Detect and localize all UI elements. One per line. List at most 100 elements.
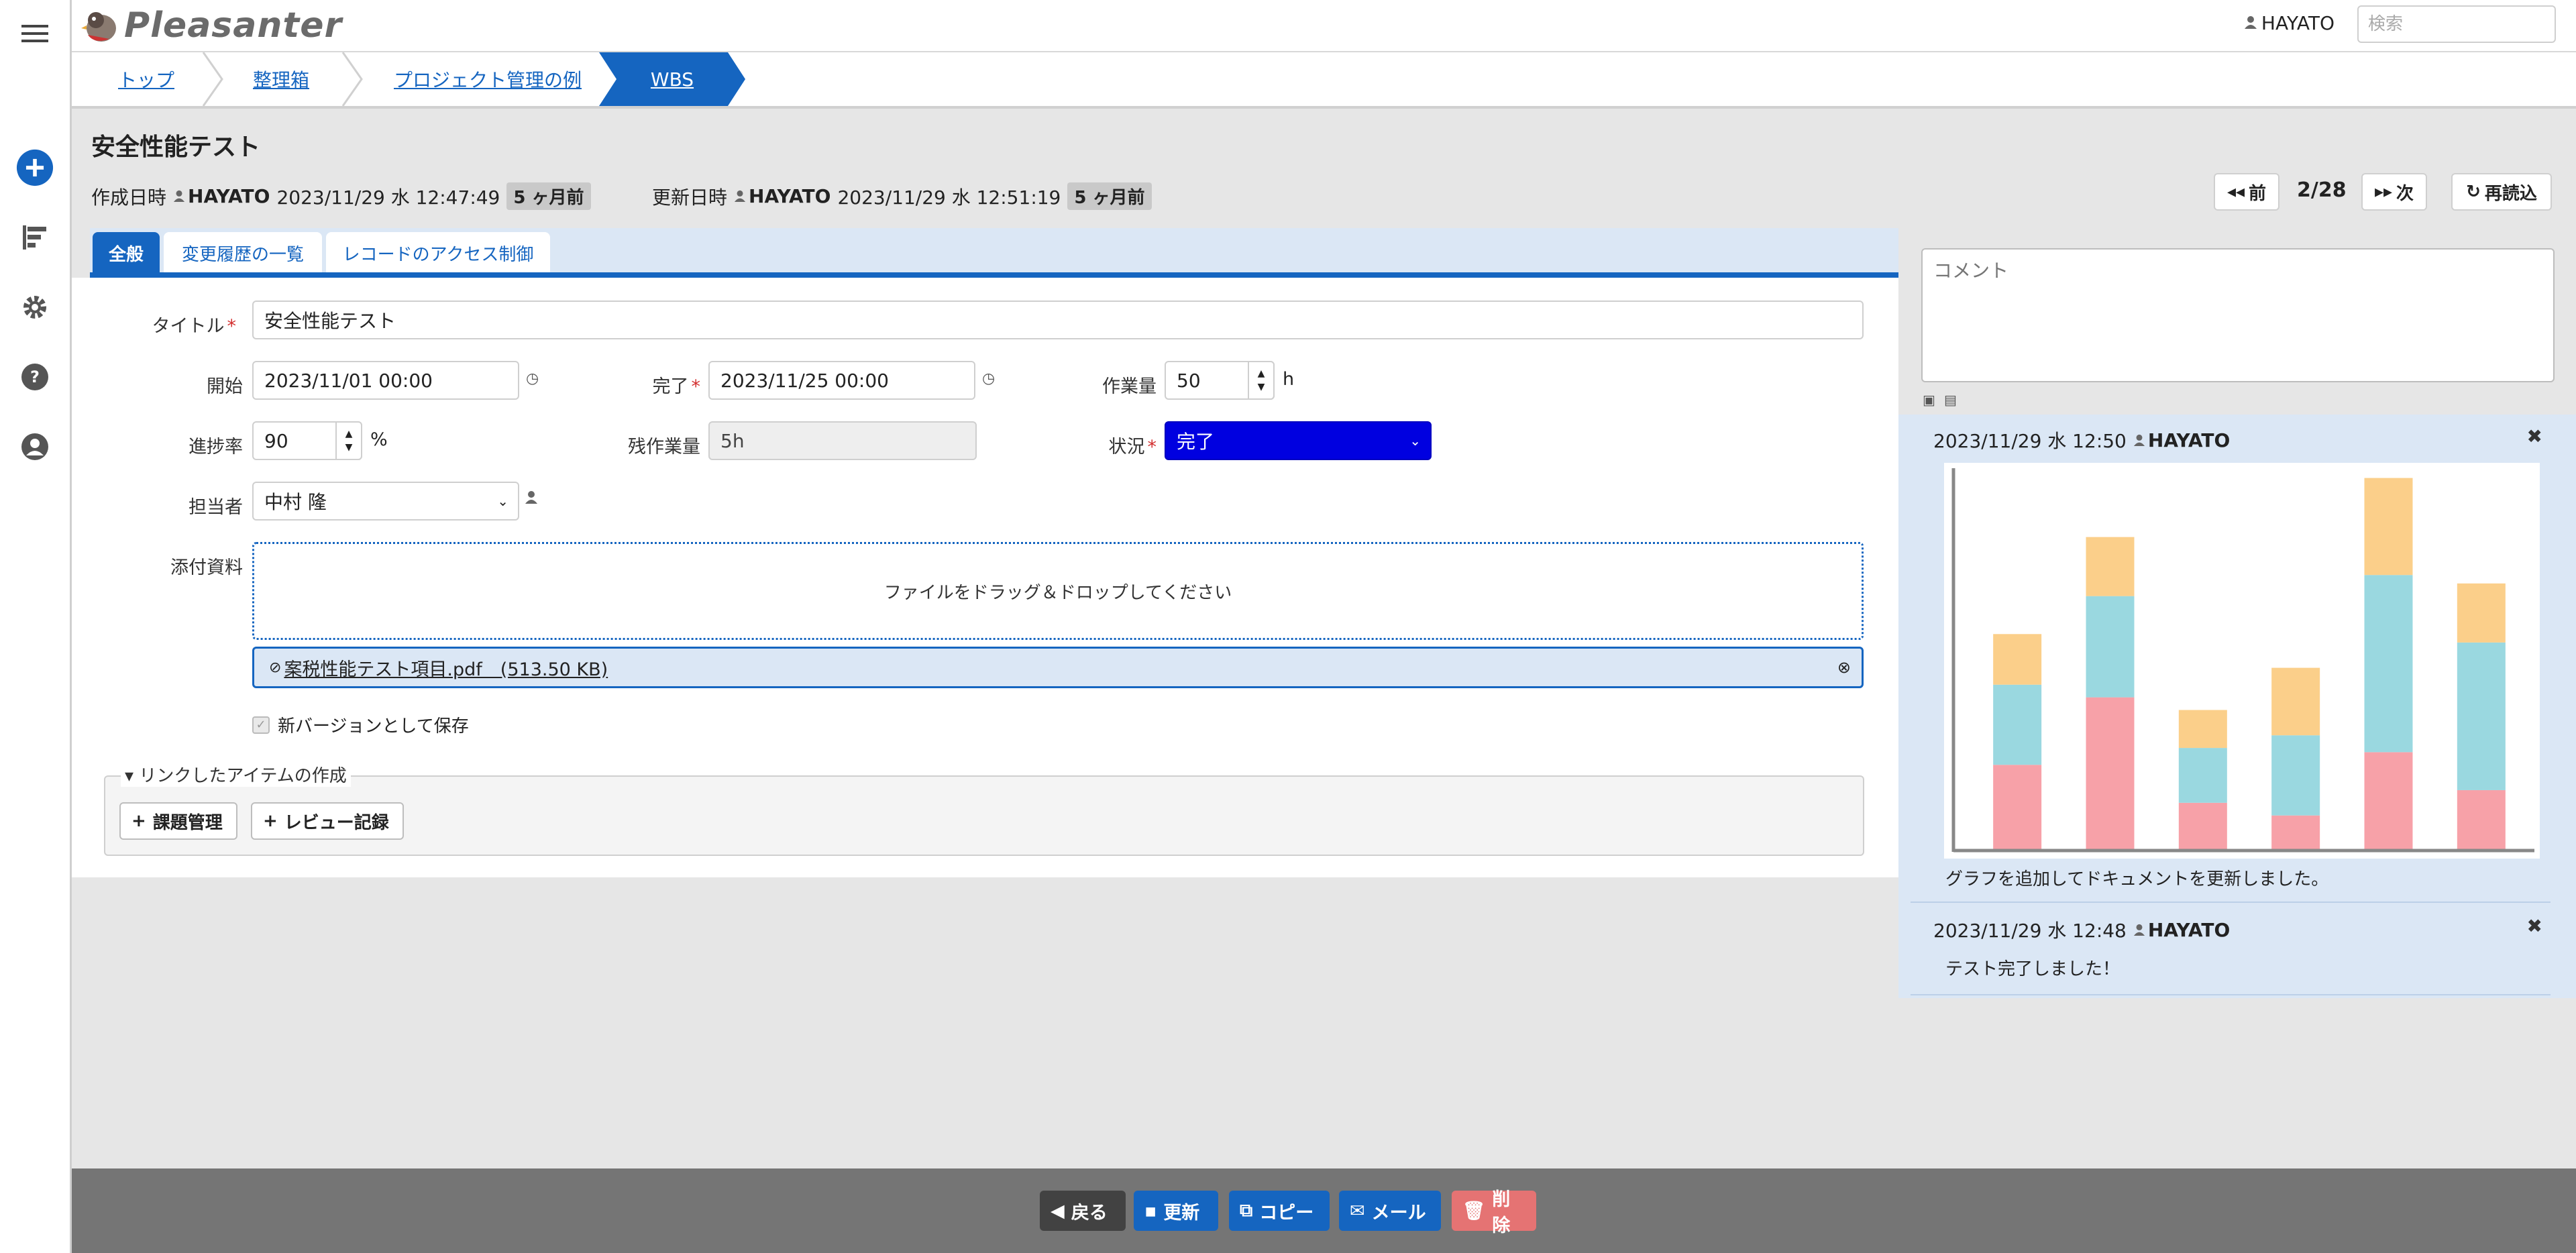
clock-icon[interactable]: ◷ (526, 370, 539, 387)
comment-divider (1911, 902, 2551, 903)
new-version-option: ✓ 新バージョンとして保存 (252, 712, 469, 737)
back-button[interactable]: ◀ 戻る (1040, 1191, 1126, 1231)
end-date-field[interactable]: 2023/11/25 00:00 (708, 361, 975, 400)
tab-history[interactable]: 変更履歴の一覧 (164, 232, 322, 274)
user-icon (2133, 429, 2145, 451)
search-input[interactable] (2357, 5, 2556, 43)
pheasant-logo-icon (81, 12, 116, 42)
pager-count: 2/28 (2297, 178, 2347, 202)
prev-label: 前 (2249, 183, 2267, 204)
next-button[interactable]: ▸▸ 次 (2361, 173, 2427, 211)
work-stepper[interactable]: 50 ▲ ▼ (1165, 361, 1275, 400)
delete-comment-icon[interactable]: ✖ (2527, 425, 2542, 447)
user-icon (2133, 919, 2145, 941)
user-icon[interactable] (525, 490, 538, 507)
created-at: 2023/11/29 水 12:47:49 (276, 186, 500, 209)
prev-button[interactable]: ◂◂ 前 (2214, 173, 2279, 211)
bar-segment-2-3 (2086, 537, 2135, 596)
file-dropzone[interactable]: ファイルをドラッグ＆ドロップしてください (252, 542, 1864, 640)
updated-at: 2023/11/29 水 12:51:19 (837, 186, 1061, 209)
bar-segment-5-3 (2364, 478, 2413, 576)
breadcrumb-top[interactable]: トップ (118, 52, 174, 106)
clock-icon[interactable]: ◷ (982, 370, 995, 387)
linked-items-legend[interactable]: ▾ リンクしたアイテムの作成 (121, 762, 351, 787)
back-icon: ◀ (1051, 1200, 1065, 1221)
update-label: 更新 (1163, 1202, 1200, 1223)
help-icon[interactable]: ? (16, 358, 54, 396)
work-unit: h (1283, 369, 1295, 390)
end-label: 完了 * (652, 376, 701, 397)
stepper-arrows-icon[interactable]: ▲ ▼ (1248, 361, 1275, 400)
attach-file-icon[interactable]: ▤ (1944, 392, 1957, 408)
progress-stepper[interactable]: 90 ▲ ▼ (252, 421, 362, 460)
menu-icon[interactable] (16, 15, 54, 52)
bar-segment-1-3 (1993, 634, 2042, 685)
add-issue-label: 課題管理 (152, 812, 223, 833)
reload-icon: ↻ (2466, 182, 2481, 202)
attachment-link[interactable]: 案税性能テスト項目.pdf (513.50 KB) (284, 655, 608, 681)
add-review-label: レビュー記録 (284, 812, 389, 833)
created-label: 作成日時 (91, 186, 167, 209)
progress-value: 90 (264, 429, 288, 452)
status-select[interactable]: 完了 ⌄ (1165, 421, 1432, 460)
breadcrumb-current[interactable]: WBS (599, 52, 745, 106)
comment-text: テスト完了しました！ (1945, 959, 2121, 979)
image-icon[interactable]: ▣ (1923, 392, 1935, 408)
add-icon[interactable] (16, 149, 54, 186)
tab-access-control[interactable]: レコードのアクセス制御 (326, 232, 550, 274)
page-title: 安全性能テスト (91, 133, 261, 161)
new-version-label: 新バージョンとして保存 (278, 716, 469, 737)
delete-comment-icon[interactable]: ✖ (2527, 915, 2542, 937)
tab-general[interactable]: 全般 (93, 232, 160, 274)
delete-button[interactable]: 🗑 削除 (1452, 1189, 1536, 1236)
comment-user[interactable]: HAYATO (2148, 429, 2230, 451)
comment-input[interactable] (1921, 248, 2555, 382)
bar-segment-2-2 (2086, 596, 2135, 698)
paperclip-icon: ⊘ (269, 659, 282, 676)
stepper-arrows-icon[interactable]: ▲ ▼ (335, 421, 362, 460)
gantt-icon[interactable] (16, 219, 54, 256)
reload-button[interactable]: ↻ 再読込 (2451, 173, 2552, 211)
owner-label: 担当者 (189, 497, 243, 518)
bar-segment-3-1 (2178, 802, 2227, 849)
add-review-button[interactable]: + レビュー記録 (251, 802, 404, 840)
user-menu[interactable]: HAYATO (2244, 12, 2334, 34)
prev-icon: ◂◂ (2226, 182, 2245, 202)
owner-select[interactable]: 中村 隆 ⌄ (252, 482, 519, 521)
copy-button[interactable]: ⧉ コピー (1229, 1191, 1330, 1231)
comment-time: 2023/11/29 水 12:50 (1933, 430, 2127, 452)
mail-label: メール (1371, 1202, 1426, 1223)
breadcrumb-project[interactable]: プロジェクト管理の例 (394, 52, 582, 106)
comment-divider (1911, 994, 2551, 995)
mail-button[interactable]: ✉ メール (1339, 1191, 1441, 1231)
start-date-field[interactable]: 2023/11/01 00:00 (252, 361, 519, 400)
attachment-item[interactable]: ⊘ 案税性能テスト項目.pdf (513.50 KB) ⊗ (252, 647, 1864, 688)
copy-icon: ⧉ (1240, 1200, 1253, 1221)
mail-icon: ✉ (1350, 1200, 1365, 1221)
back-label: 戻る (1071, 1202, 1108, 1223)
top-header: Pleasanter HAYATO (72, 0, 2576, 52)
bar-segment-2-1 (2086, 697, 2135, 849)
status-label: 状況 * (1108, 437, 1157, 457)
next-label: 次 (2396, 183, 2414, 204)
title-field[interactable]: 安全性能テスト (252, 301, 1864, 339)
plus-icon: + (263, 811, 278, 831)
remove-attachment-icon[interactable]: ⊗ (1837, 658, 1851, 677)
add-issue-button[interactable]: + 課題管理 (119, 802, 237, 840)
breadcrumb-box[interactable]: 整理箱 (253, 52, 309, 106)
update-button[interactable]: ▪ 更新 (1134, 1191, 1218, 1231)
comment-user[interactable]: HAYATO (2148, 919, 2230, 941)
new-version-checkbox[interactable]: ✓ (252, 716, 270, 734)
copy-label: コピー (1259, 1202, 1314, 1223)
bar-segment-1-1 (1993, 765, 2042, 849)
logo[interactable]: Pleasanter (80, 4, 342, 47)
bar-segment-5-2 (2364, 575, 2413, 753)
remaining-field: 5h (708, 421, 977, 460)
gear-icon[interactable] (16, 288, 54, 326)
work-value: 50 (1177, 369, 1201, 392)
bar-segment-6-3 (2457, 583, 2506, 643)
created-user[interactable]: HAYATO (188, 185, 270, 207)
progress-label: 進捗率 (189, 437, 243, 457)
account-icon[interactable] (16, 428, 54, 466)
updated-user[interactable]: HAYATO (749, 185, 830, 207)
